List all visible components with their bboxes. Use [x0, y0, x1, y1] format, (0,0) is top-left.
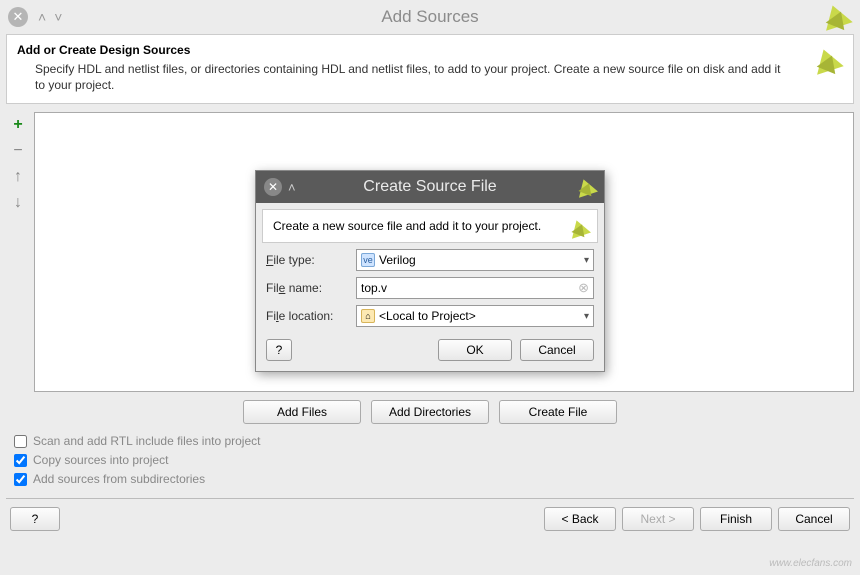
xilinx-logo-icon [822, 3, 850, 31]
close-icon[interactable]: ✕ [8, 7, 28, 27]
action-buttons-row: Add Files Add Directories Create File [0, 400, 860, 424]
copy-sources-label: Copy sources into project [33, 453, 168, 467]
dialog-description: Create a new source file and add it to y… [273, 219, 541, 233]
add-subdirs-option[interactable]: Add sources from subdirectories [14, 472, 846, 486]
file-name-label: File name: [266, 281, 350, 295]
verilog-icon: ve [361, 253, 375, 267]
description-panel: Add or Create Design Sources Specify HDL… [6, 34, 854, 104]
file-location-label: File location: [266, 309, 350, 323]
file-name-input[interactable] [361, 281, 574, 295]
file-type-combobox[interactable]: ve Verilog ▾ [356, 249, 594, 271]
dialog-collapse-icon[interactable]: ˄ [288, 180, 296, 195]
file-location-value: <Local to Project> [379, 309, 476, 323]
copy-sources-option[interactable]: Copy sources into project [14, 453, 846, 467]
dialog-actions: ? OK Cancel [256, 333, 604, 371]
titlebar: ✕ ˄ ˅ Add Sources [0, 0, 860, 34]
file-name-field-wrapper: ⊗ [356, 277, 594, 299]
dialog-form: File type: ve Verilog ▾ File name: ⊗ Fil… [266, 249, 594, 327]
chevron-down-icon: ▾ [584, 311, 589, 322]
add-subdirs-checkbox[interactable] [14, 473, 27, 486]
add-subdirs-label: Add sources from subdirectories [33, 472, 205, 486]
next-button: Next > [622, 507, 694, 531]
side-toolbar: + − ↑ ↓ [6, 112, 30, 392]
add-files-button[interactable]: Add Files [243, 400, 361, 424]
scan-rtl-checkbox[interactable] [14, 435, 27, 448]
panel-description: Specify HDL and netlist files, or direct… [17, 61, 841, 93]
file-type-value: Verilog [379, 253, 416, 267]
back-button[interactable]: < Back [544, 507, 616, 531]
options-group: Scan and add RTL include files into proj… [14, 434, 846, 486]
file-type-label: File type: [266, 253, 350, 267]
dialog-title: Create Source File [363, 178, 496, 196]
create-file-button[interactable]: Create File [499, 400, 617, 424]
dialog-description-panel: Create a new source file and add it to y… [262, 209, 598, 243]
dialog-close-icon[interactable]: ✕ [264, 178, 282, 196]
panel-heading: Add or Create Design Sources [17, 43, 841, 57]
create-source-dialog: ✕ ˄ Create Source File Create a new sour… [255, 170, 605, 372]
xilinx-logo-icon [813, 47, 841, 75]
window-title: Add Sources [381, 7, 478, 27]
dialog-cancel-button[interactable]: Cancel [520, 339, 594, 361]
xilinx-logo-icon [576, 177, 596, 197]
finish-button[interactable]: Finish [700, 507, 772, 531]
copy-sources-checkbox[interactable] [14, 454, 27, 467]
clear-icon[interactable]: ⊗ [578, 280, 589, 296]
watermark: www.elecfans.com [769, 558, 852, 569]
file-location-combobox[interactable]: ⌂ <Local to Project> ▾ [356, 305, 594, 327]
chevron-down-icon: ▾ [584, 255, 589, 266]
dialog-titlebar: ✕ ˄ Create Source File [256, 171, 604, 203]
cancel-button[interactable]: Cancel [778, 507, 850, 531]
collapse-up-icon[interactable]: ˄ [34, 9, 50, 25]
add-directories-button[interactable]: Add Directories [371, 400, 489, 424]
xilinx-logo-icon [569, 218, 589, 238]
remove-icon[interactable]: − [9, 142, 27, 160]
scan-rtl-label: Scan and add RTL include files into proj… [33, 434, 260, 448]
wizard-buttons: ? < Back Next > Finish Cancel [0, 499, 860, 531]
scan-rtl-option[interactable]: Scan and add RTL include files into proj… [14, 434, 846, 448]
dialog-ok-button[interactable]: OK [438, 339, 512, 361]
folder-icon: ⌂ [361, 309, 375, 323]
add-icon[interactable]: + [9, 116, 27, 134]
collapse-down-icon[interactable]: ˅ [50, 9, 66, 25]
dialog-help-button[interactable]: ? [266, 339, 292, 361]
move-down-icon[interactable]: ↓ [9, 194, 27, 212]
help-button[interactable]: ? [10, 507, 60, 531]
move-up-icon[interactable]: ↑ [9, 168, 27, 186]
